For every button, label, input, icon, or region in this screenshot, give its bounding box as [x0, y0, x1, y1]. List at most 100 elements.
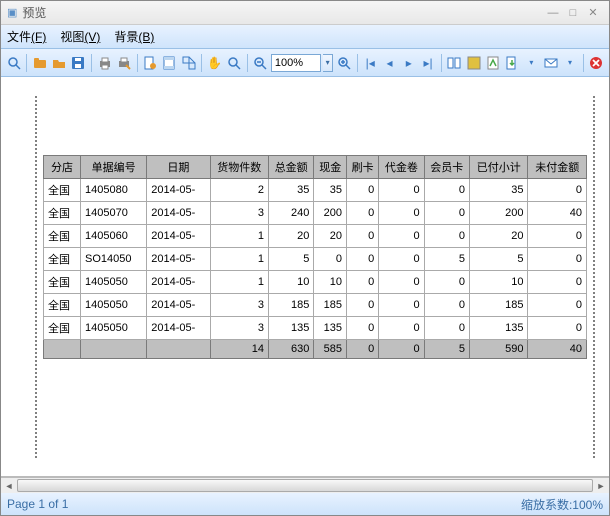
- cell: 0: [347, 225, 379, 248]
- scroll-left-arrow-icon[interactable]: ◄: [1, 478, 17, 493]
- col-header: 单据编号: [81, 156, 147, 179]
- cell: 1405050: [81, 271, 147, 294]
- cell: 0: [379, 271, 424, 294]
- zoom-dropdown[interactable]: ▾: [323, 54, 334, 72]
- export-dropdown-icon[interactable]: ▾: [523, 53, 540, 73]
- col-header: 代金卷: [379, 156, 424, 179]
- cell: 1: [210, 248, 268, 271]
- zoom-in-icon[interactable]: [335, 53, 352, 73]
- cell: 2014-05-: [147, 317, 210, 340]
- cell: 20: [469, 225, 527, 248]
- quick-print-icon[interactable]: [115, 53, 132, 73]
- cell: 2: [210, 179, 268, 202]
- cell: 3: [210, 317, 268, 340]
- col-header: 总金额: [269, 156, 314, 179]
- cell: 0: [528, 271, 587, 294]
- cell: 240: [269, 202, 314, 225]
- export-document-icon[interactable]: [503, 53, 520, 73]
- total-cell: 630: [269, 340, 314, 359]
- cell: 5: [424, 248, 469, 271]
- cell: 10: [269, 271, 314, 294]
- send-email-icon[interactable]: [542, 53, 559, 73]
- col-header: 会员卡: [424, 156, 469, 179]
- document-viewport[interactable]: 分店单据编号日期货物件数总金额现金刷卡代金卷会员卡已付小计未付金额 全国1405…: [1, 77, 609, 477]
- cell: 0: [424, 271, 469, 294]
- cell: 1405070: [81, 202, 147, 225]
- cell: 全国: [44, 317, 81, 340]
- menubar: 文件(F) 视图(V) 背景(B): [1, 25, 609, 49]
- next-page-icon[interactable]: ▸: [400, 53, 417, 73]
- cell: 0: [379, 294, 424, 317]
- scroll-right-arrow-icon[interactable]: ►: [593, 478, 609, 493]
- horizontal-scrollbar[interactable]: ◄ ►: [1, 477, 609, 493]
- cell: 全国: [44, 202, 81, 225]
- total-cell: 0: [379, 340, 424, 359]
- print-icon[interactable]: [96, 53, 113, 73]
- cell: 135: [469, 317, 527, 340]
- col-header: 已付小计: [469, 156, 527, 179]
- titlebar: ▣ 预览 — □ ✕: [1, 1, 609, 25]
- page-indicator: Page 1 of 1: [7, 497, 68, 511]
- cell: 35: [314, 179, 347, 202]
- headers-footers-icon[interactable]: [161, 53, 178, 73]
- report-table: 分店单据编号日期货物件数总金额现金刷卡代金卷会员卡已付小计未付金额 全国1405…: [43, 155, 587, 359]
- cell: 全国: [44, 179, 81, 202]
- cell: 185: [469, 294, 527, 317]
- cell: 2014-05-: [147, 179, 210, 202]
- hand-tool-icon[interactable]: ✋: [206, 53, 223, 73]
- app-icon: ▣: [7, 6, 17, 19]
- cell: 2014-05-: [147, 294, 210, 317]
- menu-background[interactable]: 背景(B): [114, 28, 154, 45]
- exit-icon[interactable]: [588, 53, 605, 73]
- page-setup-icon[interactable]: [141, 53, 158, 73]
- folder-open-icon[interactable]: [50, 53, 67, 73]
- magnifier-icon[interactable]: [225, 53, 242, 73]
- cell: 0: [528, 294, 587, 317]
- cell: 135: [314, 317, 347, 340]
- zoom-input[interactable]: [271, 54, 321, 72]
- multi-page-icon[interactable]: [446, 53, 463, 73]
- cell: 2014-05-: [147, 202, 210, 225]
- background-color-icon[interactable]: [465, 53, 482, 73]
- cell: 0: [379, 248, 424, 271]
- watermark-icon[interactable]: [484, 53, 501, 73]
- totals-row: 1463058500559040: [44, 340, 587, 359]
- last-page-icon[interactable]: ▸|: [419, 53, 436, 73]
- col-header: 未付金额: [528, 156, 587, 179]
- cell: 5: [269, 248, 314, 271]
- table-row: 全国14050502014-05-31351350001350: [44, 317, 587, 340]
- menu-view[interactable]: 视图(V): [60, 28, 100, 45]
- prev-page-icon[interactable]: ◂: [381, 53, 398, 73]
- send-dropdown-icon[interactable]: ▾: [561, 53, 578, 73]
- cell: 0: [424, 179, 469, 202]
- cell: 1405050: [81, 294, 147, 317]
- total-cell: 5: [424, 340, 469, 359]
- first-page-icon[interactable]: |◂: [362, 53, 379, 73]
- cell: 0: [528, 179, 587, 202]
- cell: 20: [314, 225, 347, 248]
- maximize-button[interactable]: □: [563, 7, 583, 19]
- page-1: 分店单据编号日期货物件数总金额现金刷卡代金卷会员卡已付小计未付金额 全国1405…: [43, 95, 587, 458]
- margin-guide-right: [593, 95, 595, 458]
- col-header: 现金: [314, 156, 347, 179]
- menu-file[interactable]: 文件(F): [7, 28, 46, 45]
- statusbar: Page 1 of 1 缩放系数:100%: [1, 493, 609, 515]
- cell: 185: [314, 294, 347, 317]
- scale-icon[interactable]: [180, 53, 197, 73]
- cell: 0: [528, 317, 587, 340]
- cell: 40: [528, 202, 587, 225]
- scroll-thumb[interactable]: [17, 479, 593, 492]
- preview-window: ▣ 预览 — □ ✕ 文件(F) 视图(V) 背景(B) ✋ ▾ |◂ ◂ ▸: [0, 0, 610, 516]
- save-icon[interactable]: [70, 53, 87, 73]
- cell: 0: [424, 202, 469, 225]
- table-row: 全国14050502014-05-31851850001850: [44, 294, 587, 317]
- cell: 全国: [44, 248, 81, 271]
- total-cell: [147, 340, 210, 359]
- cell: 200: [469, 202, 527, 225]
- close-button[interactable]: ✕: [583, 6, 603, 19]
- folder-new-icon[interactable]: [31, 53, 48, 73]
- minimize-button[interactable]: —: [543, 7, 563, 19]
- search-icon[interactable]: [5, 53, 22, 73]
- zoom-indicator: 缩放系数:100%: [521, 496, 603, 513]
- zoom-out-icon[interactable]: [252, 53, 269, 73]
